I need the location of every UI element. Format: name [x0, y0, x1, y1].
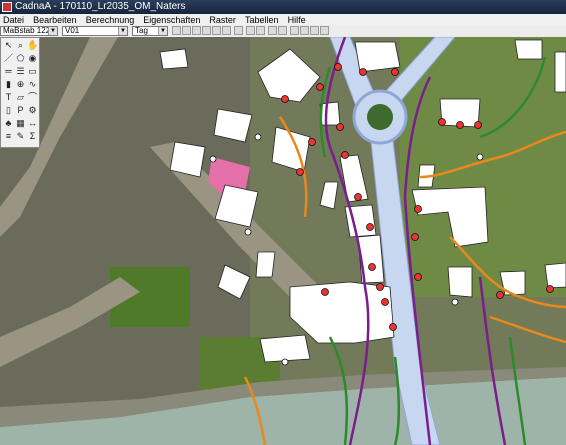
chevron-down-icon[interactable]: ▼ [158, 27, 167, 35]
print-icon[interactable] [202, 26, 211, 35]
roundabout-island [367, 104, 393, 130]
grid-icon[interactable]: ▦ [15, 118, 26, 129]
receiver-point[interactable] [366, 223, 374, 231]
road-icon[interactable]: ═ [3, 66, 14, 77]
building[interactable] [554, 51, 566, 93]
scale-select[interactable]: MaBstab 1222 ▼ [0, 26, 58, 36]
receiver-point[interactable] [359, 68, 367, 76]
building[interactable] [319, 101, 341, 126]
receiver-point[interactable] [296, 168, 304, 176]
app-icon [2, 2, 12, 12]
receiver-point[interactable] [209, 155, 217, 163]
help-icon[interactable] [320, 26, 329, 35]
receiver-point[interactable] [244, 228, 252, 236]
building[interactable] [544, 262, 566, 289]
barrier-icon[interactable]: ▯ [3, 105, 14, 116]
receiver-icon[interactable]: ⊕ [15, 79, 26, 90]
label-icon[interactable]: ✎ [15, 131, 26, 142]
receiver-point[interactable] [451, 298, 459, 306]
receiver-point[interactable] [414, 273, 422, 281]
receiver-point[interactable] [321, 288, 329, 296]
pan-icon[interactable]: ✋ [27, 40, 38, 51]
calc-icon[interactable] [268, 26, 277, 35]
map-canvas[interactable] [0, 37, 566, 445]
receiver-point[interactable] [281, 358, 289, 366]
receiver-point[interactable] [336, 123, 344, 131]
area-icon[interactable]: ▱ [15, 92, 26, 103]
receiver-point[interactable] [456, 121, 464, 129]
open-file-icon[interactable] [182, 26, 191, 35]
building-icon[interactable]: ▭ [27, 66, 38, 77]
polygon-icon[interactable]: ⬠ [15, 53, 26, 64]
receiver-point[interactable] [414, 205, 422, 213]
window-title: CadnaA - 170110_Lr2035_OM_Naters [15, 1, 186, 12]
receiver-point[interactable] [546, 285, 554, 293]
zoom-icon[interactable]: ⌕ [15, 40, 26, 51]
bridge-icon[interactable]: ⌒ [27, 92, 38, 103]
receiver-point[interactable] [474, 121, 482, 129]
time-value: Tag [135, 26, 148, 35]
receiver-point[interactable] [334, 63, 342, 71]
zoom-in-icon[interactable] [300, 26, 309, 35]
calc-icon[interactable]: Σ [27, 131, 38, 142]
receiver-point[interactable] [381, 298, 389, 306]
receiver-point[interactable] [254, 133, 262, 141]
industry-icon[interactable]: ⚙ [27, 105, 38, 116]
parking-icon[interactable]: P [15, 105, 26, 116]
cut-icon[interactable] [212, 26, 221, 35]
receiver-point[interactable] [316, 83, 324, 91]
layer-icon[interactable]: ≡ [3, 131, 14, 142]
time-select[interactable]: Tag ▼ [132, 26, 168, 36]
building[interactable] [447, 266, 473, 298]
scale-value: MaBstab 1222 [3, 26, 55, 35]
text-icon[interactable]: T [3, 92, 14, 103]
receiver-point[interactable] [376, 283, 384, 291]
wall-icon[interactable]: ▮ [3, 79, 14, 90]
zoom-out-icon[interactable] [310, 26, 319, 35]
receiver-point[interactable] [476, 153, 484, 161]
contour-icon[interactable]: ∿ [27, 79, 38, 90]
3d-icon[interactable] [290, 26, 299, 35]
save-icon[interactable] [192, 26, 201, 35]
redo-icon[interactable] [256, 26, 265, 35]
receiver-point[interactable] [438, 118, 446, 126]
layer-select[interactable]: V01 ▼ [62, 26, 128, 36]
tree-icon[interactable]: ♣ [3, 118, 14, 129]
building[interactable] [255, 251, 276, 278]
building[interactable] [159, 48, 189, 70]
paste-icon[interactable] [234, 26, 243, 35]
new-file-icon[interactable] [172, 26, 181, 35]
point-source-icon[interactable]: ◉ [27, 53, 38, 64]
layer-value: V01 [65, 26, 80, 35]
receiver-point[interactable] [354, 193, 362, 201]
receiver-point[interactable] [411, 233, 419, 241]
line-icon[interactable]: ／ [3, 53, 14, 64]
title-bar: CadnaA - 170110_Lr2035_OM_Naters [0, 0, 566, 14]
receiver-point[interactable] [308, 138, 316, 146]
undo-icon[interactable] [246, 26, 255, 35]
receiver-point[interactable] [281, 95, 289, 103]
chevron-down-icon[interactable]: ▼ [48, 27, 57, 35]
copy-icon[interactable] [222, 26, 231, 35]
receiver-point[interactable] [496, 291, 504, 299]
measure-icon[interactable]: ↔ [27, 118, 38, 129]
receiver-point[interactable] [368, 263, 376, 271]
chevron-down-icon[interactable]: ▼ [118, 27, 127, 35]
receiver-point[interactable] [341, 151, 349, 159]
tool-palette: ↖ ⌕ ✋ ／ ⬠ ◉ ═ ☰ ▭ ▮ ⊕ ∿ T ▱ ⌒ ▯ P ⚙ ♣ ▦ ↔ ≡ ✎ Σ [0, 37, 40, 148]
receiver-point[interactable] [391, 68, 399, 76]
grid-icon[interactable] [278, 26, 287, 35]
pointer-icon[interactable]: ↖ [3, 40, 14, 51]
receiver-point[interactable] [389, 323, 397, 331]
rail-icon[interactable]: ☰ [15, 66, 26, 77]
building[interactable] [514, 39, 543, 60]
building[interactable] [259, 334, 311, 363]
building[interactable] [354, 41, 401, 73]
